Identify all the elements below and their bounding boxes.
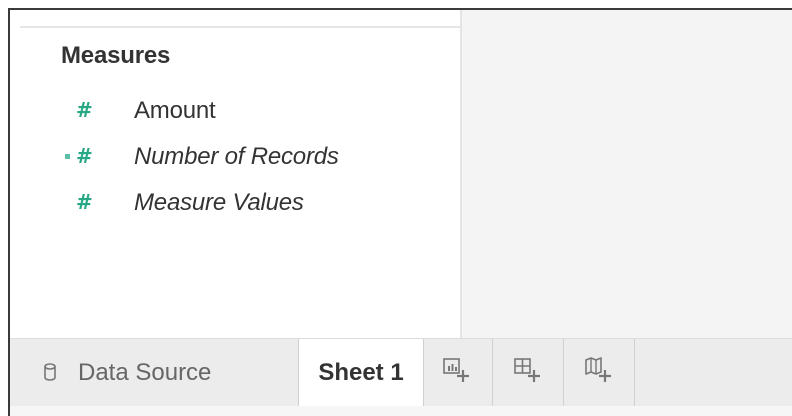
- view-canvas[interactable]: [462, 10, 792, 338]
- tab-sheet-1[interactable]: Sheet 1: [298, 339, 424, 406]
- number-icon: #: [76, 144, 93, 168]
- field-name: Amount: [134, 97, 216, 124]
- status-strip: [10, 406, 792, 416]
- pane-divider: [20, 26, 460, 28]
- field-number-of-records[interactable]: # Number of Records: [10, 142, 450, 172]
- data-source-tab[interactable]: Data Source: [10, 339, 299, 406]
- number-icon: #: [76, 98, 93, 122]
- new-dashboard-icon: [514, 358, 540, 382]
- new-dashboard-button[interactable]: [493, 339, 564, 406]
- data-pane: Measures # Amount # Number of Records # …: [10, 10, 462, 338]
- measures-heading: Measures: [61, 42, 171, 69]
- data-source-label: Data Source: [78, 359, 212, 386]
- number-icon: #: [76, 190, 93, 214]
- field-amount[interactable]: # Amount: [10, 96, 450, 126]
- database-icon: [44, 363, 56, 381]
- new-story-button[interactable]: [564, 339, 635, 406]
- new-story-icon: [585, 357, 611, 382]
- new-worksheet-icon: [443, 358, 469, 382]
- field-name: Measure Values: [134, 189, 304, 216]
- calculated-field-marker-icon: [65, 154, 70, 159]
- field-measure-values[interactable]: # Measure Values: [10, 188, 450, 218]
- workspace-window: Measures # Amount # Number of Records # …: [8, 8, 792, 416]
- new-worksheet-button[interactable]: [422, 339, 493, 406]
- sheet-tab-bar: Data Source Sheet 1: [10, 338, 792, 407]
- field-name: Number of Records: [134, 143, 339, 170]
